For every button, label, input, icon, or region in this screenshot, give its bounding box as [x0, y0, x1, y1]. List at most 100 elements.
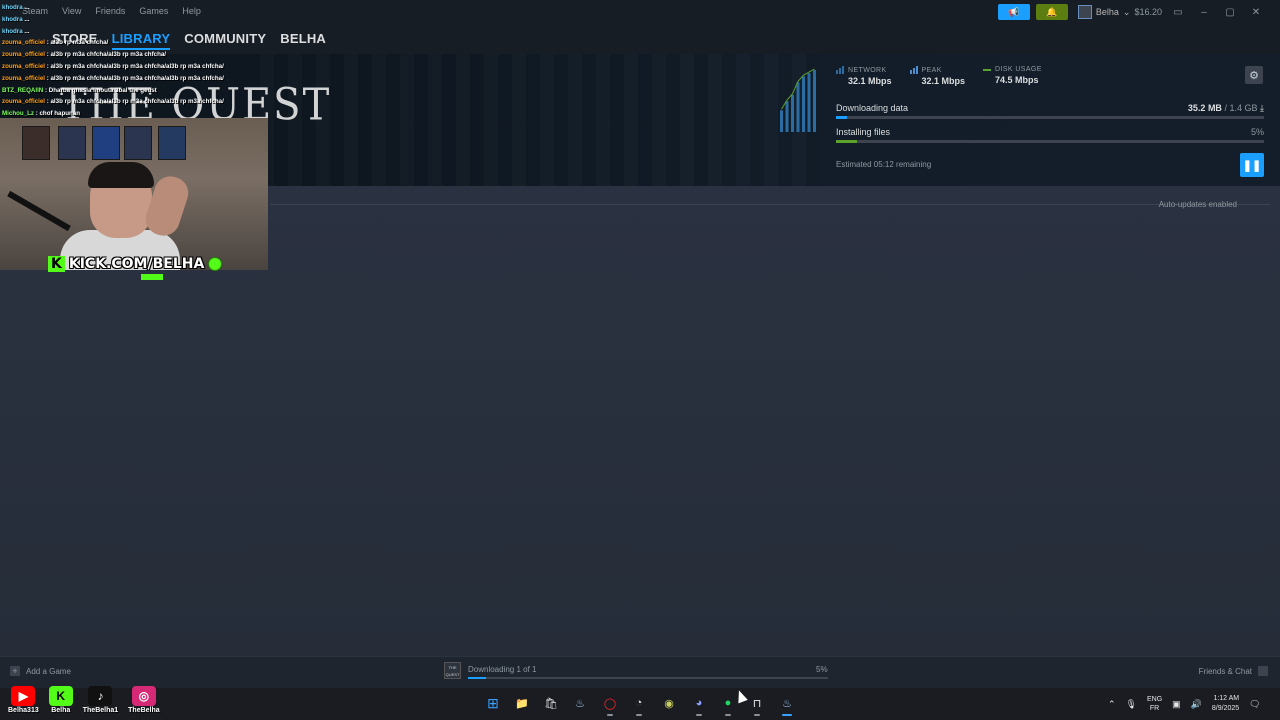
chat-message: Michou_Lz : chof hapunan	[2, 108, 282, 120]
language-secondary: FR	[1149, 705, 1160, 712]
peak-label: PEAK	[921, 66, 942, 74]
downloading-progress-track	[836, 116, 1264, 119]
chat-text: : chof hapunan	[35, 110, 81, 118]
installing-progress-fill	[836, 140, 858, 143]
big-picture-icon[interactable]: ▭	[1168, 7, 1188, 18]
microphone-icon[interactable]: 🎙	[1126, 699, 1137, 710]
minimize-icon[interactable]: –	[1194, 7, 1214, 18]
notification-center-icon[interactable]: 🗨	[1249, 699, 1260, 710]
running-indicator	[725, 714, 731, 716]
peak-stat: PEAK 32.1 Mbps	[909, 66, 966, 86]
chat-message: BTZ_REQAIIN : Dharba ghasla lmouta 3bal …	[2, 85, 282, 97]
top-right-controls: 📢 🔔 Belha ⌄ $16.20 ▭ – ▢ ✕	[997, 4, 1266, 20]
tiktok-icon: ♪	[88, 686, 113, 706]
microphone-arm	[7, 190, 71, 232]
chat-username: zouma_officiel	[2, 51, 47, 59]
language-primary: ENG	[1146, 696, 1163, 703]
friends-chat-button[interactable]: Friends & Chat	[1199, 666, 1268, 676]
microsoft-store-icon[interactable]: 🛍	[542, 694, 560, 712]
active-window-indicator	[782, 714, 792, 716]
clock[interactable]: 1:12 AM 8/9/2025	[1212, 694, 1239, 714]
announcements-button[interactable]: 📢	[997, 4, 1030, 20]
chat-text: ...	[24, 4, 30, 11]
steam-window-icon[interactable]: ♨	[778, 694, 796, 712]
download-game-thumbnail[interactable]: THE QUEST	[444, 662, 461, 679]
social-handle: Belha313	[8, 707, 39, 714]
wall-poster	[58, 126, 86, 160]
discord-icon[interactable]: ◕	[690, 694, 708, 712]
account-menu[interactable]: Belha ⌄ $16.20	[1077, 5, 1162, 19]
bandwidth-graph	[780, 68, 816, 132]
peak-value: 32.1 Mbps	[921, 76, 966, 86]
chevron-up-icon[interactable]: ⌃	[1108, 699, 1116, 710]
chat-message: khodra ...	[2, 2, 282, 14]
peak-legend-icon	[909, 66, 918, 74]
wall-poster	[124, 126, 152, 160]
chat-message: zouma_officiel : al3b rp m3a chfcha/al3b…	[2, 73, 282, 85]
running-indicator	[607, 714, 613, 716]
pause-button[interactable]: ❚❚	[1240, 153, 1264, 177]
chat-username: khodra	[2, 15, 25, 23]
installing-label: Installing files	[836, 127, 891, 137]
wall-poster	[22, 126, 50, 160]
running-indicator	[636, 714, 642, 716]
account-name: Belha	[1095, 7, 1119, 17]
volume-icon[interactable]: 🔊	[1191, 699, 1202, 710]
obs-icon[interactable]: ◔	[630, 694, 648, 712]
chat-text: ...	[24, 15, 30, 23]
disk-legend-icon	[983, 68, 992, 71]
chat-username: khodra	[2, 27, 25, 35]
chat-username: zouma_officiel	[2, 39, 47, 47]
epic-games-icon[interactable]: ⊓	[748, 694, 766, 712]
stream-chat-overlay: khodra ... khodra ... khodra ... zouma_offi…	[2, 2, 282, 120]
chat-text: : al3b rp m3a chfcha/al3b rp m3a chfcha/…	[46, 98, 224, 106]
social-handle: TheBelha1	[82, 707, 119, 714]
language-indicator[interactable]: ENG FR	[1147, 695, 1162, 713]
nav-profile[interactable]: BELHA	[280, 31, 326, 46]
steam-taskbar-icon[interactable]: ♨	[571, 694, 589, 712]
live-indicator	[141, 274, 163, 280]
maximize-icon[interactable]: ▢	[1220, 7, 1240, 18]
graph-bar	[807, 73, 811, 132]
file-explorer-icon[interactable]: 📁	[513, 694, 531, 712]
installing-progress-track	[836, 140, 1264, 143]
youtube-icon: ▶	[11, 686, 36, 706]
hero-background-art	[260, 54, 820, 186]
network-icon[interactable]: ▣	[1172, 699, 1181, 710]
chat-icon	[1258, 666, 1268, 676]
instagram-icon: ◎	[131, 686, 156, 706]
social-handle: Belha	[51, 707, 71, 714]
footer-progress-fill	[468, 677, 486, 679]
downloading-label: Downloading data	[836, 103, 909, 113]
spotify-icon[interactable]: ●	[719, 694, 737, 712]
close-icon[interactable]: ✕	[1246, 7, 1266, 18]
disk-stat: DISK USAGE 74.5 Mbps	[983, 66, 1042, 86]
notifications-button[interactable]: 🔔	[1035, 4, 1068, 20]
avatar	[1077, 5, 1092, 19]
opera-gx-icon[interactable]: ◯	[601, 694, 619, 712]
social-handle: TheBelha	[128, 707, 160, 714]
chat-text: ...	[24, 27, 30, 35]
add-game-button[interactable]: + Add a Game	[10, 666, 71, 676]
bell-icon: 🔔	[1046, 6, 1058, 17]
add-game-label: Add a Game	[26, 666, 71, 676]
downloading-size: 35.2 MB / 1.4 GB ⤓	[1150, 103, 1264, 114]
chat-message: khodra ...	[2, 26, 282, 38]
chat-text: : al3b rp m3a chfcha/	[46, 39, 109, 47]
graph-bar	[780, 110, 783, 132]
chat-text: : Dharba ghasla lmouta 3bal the geust	[44, 86, 157, 94]
windows-start-icon[interactable]: ⊞	[484, 694, 502, 712]
chat-message: zouma_officiel : al3b rp m3a chfcha/al3b…	[2, 49, 282, 61]
xbox-app-icon[interactable]: ◉	[660, 694, 678, 712]
download-arrow-icon: ⤓	[1260, 103, 1264, 113]
chat-username: Michou_Lz	[2, 110, 36, 118]
download-status-text[interactable]: Downloading 1 of 1	[468, 665, 537, 674]
auto-updates-label[interactable]: Auto-updates enabled	[1159, 200, 1237, 209]
chat-message: zouma_officiel : al3b rp m3a chfcha/	[2, 37, 282, 49]
webcam-overlay	[0, 118, 268, 270]
download-settings-button[interactable]: ⚙	[1245, 66, 1263, 84]
graph-bar	[791, 94, 794, 132]
social-link: K Belha	[48, 686, 73, 714]
chat-username: BTZ_REQAIIN	[2, 86, 45, 94]
kick-logo-icon: K	[48, 256, 65, 272]
